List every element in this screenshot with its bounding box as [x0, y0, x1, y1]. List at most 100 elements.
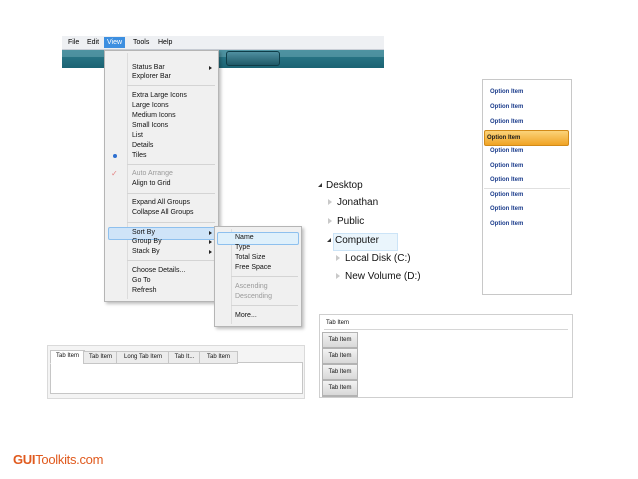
menu-item-refresh[interactable]: Refresh — [132, 286, 157, 296]
sort-by-highlight — [108, 227, 217, 240]
option-item[interactable]: Option Item — [483, 188, 571, 202]
collapsed-arrow-icon[interactable] — [328, 218, 332, 225]
menu-separator — [127, 85, 215, 86]
collapsed-arrow-icon[interactable] — [328, 199, 332, 206]
vertical-tab-item[interactable]: Tab Item — [322, 348, 358, 364]
tab-item-long[interactable]: Long Tab Item — [116, 351, 170, 364]
option-item[interactable]: Option Item — [483, 217, 571, 231]
menu-item-collapse-all-groups[interactable]: Collapse All Groups — [132, 208, 193, 218]
vertical-tab-item[interactable]: Tab Item — [322, 332, 358, 348]
tree-node-desktop[interactable]: Desktop — [318, 179, 363, 193]
option-item[interactable]: Option Item — [483, 85, 571, 99]
brand-part-2: Toolkits.com — [35, 452, 104, 467]
menu-item-extra-large-icons[interactable]: Extra Large Icons — [132, 91, 187, 101]
menu-separator — [231, 305, 298, 306]
tab-item-1[interactable]: Tab Item — [50, 350, 85, 364]
menu-item-name[interactable]: Name — [235, 233, 254, 243]
tree-node-public[interactable]: Public — [328, 215, 364, 229]
brand-logo: GUIToolkits.com — [13, 452, 103, 467]
menu-item-medium-icons[interactable]: Medium Icons — [132, 111, 176, 121]
radio-selected-icon — [113, 154, 117, 158]
menu-item-list[interactable]: List — [132, 131, 143, 141]
checkmark-icon: ✓ — [111, 169, 118, 178]
menu-item-group-by[interactable]: Group By — [132, 237, 162, 247]
tree-node-computer[interactable]: Computer — [327, 234, 379, 248]
menu-help[interactable]: Help — [155, 37, 175, 48]
tab-item-2[interactable]: Tab Item — [83, 351, 118, 364]
brand-part-1: GUI — [13, 452, 36, 467]
option-item[interactable]: Option Item — [483, 144, 571, 158]
menu-separator — [127, 260, 215, 261]
option-list: Option Item Option Item Option Item Opti… — [482, 79, 572, 295]
option-item[interactable]: Option Item — [483, 159, 571, 173]
menu-file[interactable]: File — [65, 37, 82, 48]
menu-item-more[interactable]: More... — [235, 311, 257, 321]
menu-item-descending: Descending — [235, 293, 272, 300]
vertical-tab-header[interactable]: Tab Item — [326, 320, 349, 326]
tab-item-truncated[interactable]: Tab It... — [168, 351, 201, 364]
menu-item-large-icons[interactable]: Large Icons — [132, 101, 169, 111]
submenu-arrow-icon — [209, 240, 212, 244]
menu-item-details[interactable]: Details — [132, 141, 153, 151]
tree-node-local-disk[interactable]: Local Disk (C:) — [336, 252, 411, 266]
menu-separator — [127, 164, 215, 165]
menu-item-type[interactable]: Type — [235, 243, 250, 253]
option-item[interactable]: Option Item — [483, 173, 571, 187]
option-item-label: Option Item — [490, 104, 524, 110]
tab-item-5[interactable]: Tab Item — [199, 351, 238, 364]
tab-content-panel — [50, 362, 303, 394]
option-item-label: Option Item — [490, 163, 524, 169]
option-item[interactable]: Option Item — [483, 202, 571, 216]
vertical-tab-item-partial[interactable] — [322, 396, 358, 397]
menu-item-small-icons[interactable]: Small Icons — [132, 121, 168, 131]
tab-control: Tab Item Tab Item Long Tab Item Tab It..… — [47, 345, 305, 399]
menu-item-ascending: Ascending — [235, 283, 268, 290]
menu-tools[interactable]: Tools — [130, 37, 152, 48]
menu-item-go-to[interactable]: Go To — [132, 276, 151, 286]
expanded-arrow-icon[interactable] — [327, 238, 331, 243]
tree-node-label: Local Disk (C:) — [345, 253, 411, 264]
option-item[interactable]: Option Item — [483, 115, 571, 129]
option-item-label: Option Item — [490, 177, 524, 183]
vertical-tab-item[interactable]: Tab Item — [322, 364, 358, 380]
menu-item-choose-details[interactable]: Choose Details... — [132, 266, 185, 276]
option-item-label: Option Item — [490, 148, 524, 154]
menu-item-total-size[interactable]: Total Size — [235, 253, 265, 263]
tree-node-label: New Volume (D:) — [345, 271, 421, 282]
vertical-tab-item[interactable]: Tab Item — [322, 380, 358, 396]
menu-edit[interactable]: Edit — [84, 37, 102, 48]
collapsed-arrow-icon[interactable] — [336, 273, 340, 280]
name-highlight — [217, 232, 299, 245]
menu-gutter — [127, 53, 128, 299]
menu-item-expand-all-groups[interactable]: Expand All Groups — [132, 198, 190, 208]
menu-separator — [127, 193, 215, 194]
header-divider — [324, 329, 568, 330]
option-item-label: Option Item — [490, 221, 524, 227]
menu-item-stack-by[interactable]: Stack By — [132, 247, 160, 257]
menu-view[interactable]: View — [104, 37, 126, 48]
submenu-arrow-icon — [209, 231, 212, 235]
option-item[interactable]: Option Item — [483, 100, 571, 114]
tree-node-label: Computer — [335, 235, 379, 246]
menu-item-free-space[interactable]: Free Space — [235, 263, 271, 273]
option-item-label: Option Item — [490, 119, 524, 125]
expanded-arrow-icon[interactable] — [318, 183, 322, 188]
tree-node-new-volume[interactable]: New Volume (D:) — [336, 270, 421, 284]
option-item-label: Option Item — [490, 206, 524, 212]
vertical-tab-control: Tab Item Tab Item Tab Item Tab Item Tab … — [319, 314, 573, 398]
menu-item-align-to-grid[interactable]: Align to Grid — [132, 179, 171, 189]
tree-node-label: Jonathan — [337, 197, 379, 208]
menu-item-tiles[interactable]: Tiles — [132, 151, 147, 161]
toolbar-button[interactable] — [226, 51, 280, 66]
menu-separator — [231, 276, 298, 277]
submenu-arrow-icon — [209, 250, 212, 254]
menu-bar: File Edit View Tools Help — [62, 36, 384, 50]
tree-node-label: Public — [337, 216, 365, 227]
collapsed-arrow-icon[interactable] — [336, 255, 340, 262]
sort-by-submenu: Name Type Total Size Free Space Ascendin… — [214, 226, 302, 327]
tree-node-jonathan[interactable]: Jonathan — [328, 196, 378, 210]
menu-item-explorer-bar[interactable]: Explorer Bar — [132, 72, 171, 82]
menu-item-auto-arrange: Auto Arrange — [132, 170, 173, 177]
menu-separator — [127, 222, 215, 223]
option-item-label: Option Item — [490, 192, 524, 198]
